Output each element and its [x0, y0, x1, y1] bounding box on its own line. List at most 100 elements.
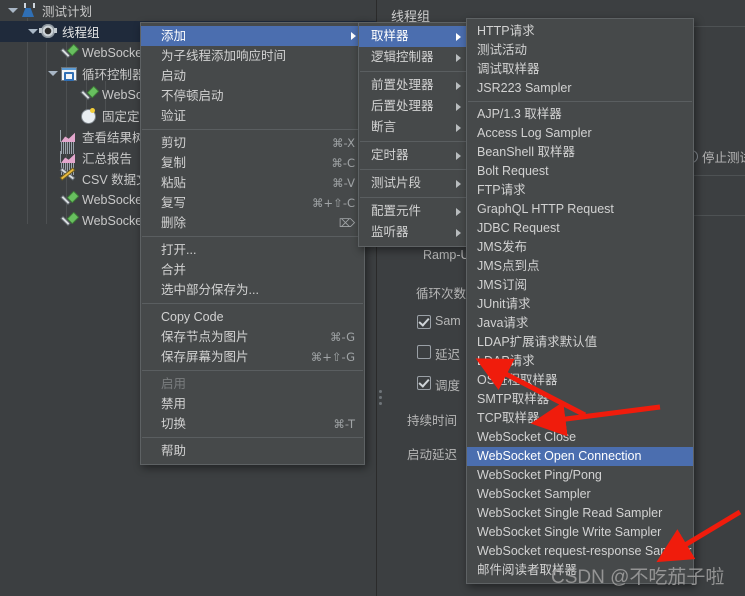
submenu-arrow-icon: [351, 32, 356, 40]
sampler-menu-item-25[interactable]: WebSocket Sampler: [467, 485, 693, 504]
sampler-menu-item-20[interactable]: SMTP取样器: [467, 390, 693, 409]
menu-item-label: Copy Code: [161, 310, 224, 324]
add-menu-item-0[interactable]: 取样器: [359, 26, 469, 47]
sampler-menu-item-6[interactable]: Access Log Sampler: [467, 124, 693, 143]
sampler-menu-item-21[interactable]: TCP取样器: [467, 409, 693, 428]
sampler-menu-item-11[interactable]: JDBC Request: [467, 219, 693, 238]
add-menu-item-12[interactable]: 监听器: [359, 222, 469, 243]
add-menu-item-7[interactable]: 定时器: [359, 145, 469, 166]
context-menu-item-1[interactable]: 为子线程添加响应时间: [141, 46, 364, 66]
context-menu-item-17[interactable]: 保存节点为图片 ⌘-G: [141, 327, 364, 347]
csdn-watermark: CSDN @不吃茄子啦: [551, 567, 725, 588]
startup-delay-label: 启动延迟: [407, 448, 458, 462]
menu-item-label: 打开...: [161, 243, 197, 257]
sampler-menu-item-27[interactable]: WebSocket Single Write Sampler: [467, 523, 693, 542]
context-menu-item-10[interactable]: 删除 ⌦: [141, 213, 364, 233]
context-menu-item-9[interactable]: 复写 ⌘+⇧-C: [141, 193, 364, 213]
sampler-menu-item-28[interactable]: WebSocket request-response Sampler: [467, 542, 693, 561]
sampler-menu-item-17[interactable]: LDAP扩展请求默认值: [467, 333, 693, 352]
submenu-arrow-icon: [456, 151, 461, 160]
sampler-menu-item-9[interactable]: FTP请求: [467, 181, 693, 200]
menu-item-label: 为子线程添加响应时间: [161, 49, 287, 63]
menu-item-shortcut: ⌘-G: [330, 330, 355, 344]
tree-item-0[interactable]: 测试计划: [0, 0, 376, 21]
stop-test-label: 停止测试: [702, 151, 745, 165]
menu-item-label: TCP取样器: [477, 411, 540, 425]
menu-item-label: WebSocket Ping/Pong: [477, 468, 602, 482]
sampler-menu-item-14[interactable]: JMS订阅: [467, 276, 693, 295]
sampler-menu-item-5[interactable]: AJP/1.3 取样器: [467, 105, 693, 124]
menu-item-label: 前置处理器: [371, 78, 434, 92]
context-menu-item-3[interactable]: 不停顿启动: [141, 86, 364, 106]
delay-thread-creation-checkbox[interactable]: [417, 345, 431, 359]
sampler-menu-item-24[interactable]: WebSocket Ping/Pong: [467, 466, 693, 485]
sampler-menu-item-0[interactable]: HTTP请求: [467, 22, 693, 41]
add-menu-item-3[interactable]: 前置处理器: [359, 75, 469, 96]
sampler-menu-item-2[interactable]: 调试取样器: [467, 60, 693, 79]
menu-item-label: 定时器: [371, 148, 409, 162]
add-menu-item-9[interactable]: 测试片段: [359, 173, 469, 194]
add-submenu[interactable]: 取样器 逻辑控制器前置处理器后置处理器 断言定时器测试片段配置元件 监听器: [358, 22, 470, 247]
tree-item-label: 线程组: [62, 26, 100, 40]
sampler-menu-item-13[interactable]: JMS点到点: [467, 257, 693, 276]
context-menu-item-14[interactable]: 选中部分保存为...: [141, 280, 364, 300]
context-menu-item-16[interactable]: Copy Code: [141, 307, 364, 327]
context-menu-item-18[interactable]: 保存屏幕为图片 ⌘+⇧-G: [141, 347, 364, 367]
add-menu-item-1[interactable]: 逻辑控制器: [359, 47, 469, 68]
context-menu-item-13[interactable]: 合并: [141, 260, 364, 280]
sampler-menu-item-26[interactable]: WebSocket Single Read Sampler: [467, 504, 693, 523]
sampler-submenu[interactable]: HTTP请求 测试活动调试取样器 JSR223 Sampler AJP/1.3 取样器…: [466, 18, 694, 584]
add-menu-item-5[interactable]: 断言: [359, 117, 469, 138]
tree-item-label: 查看结果树: [82, 131, 145, 145]
sampler-menu-item-12[interactable]: JMS发布: [467, 238, 693, 257]
submenu-arrow-icon: [456, 32, 461, 41]
context-menu-item-0[interactable]: 添加: [141, 26, 364, 46]
context-menu-item-21[interactable]: 禁用: [141, 394, 364, 414]
panel-splitter[interactable]: [379, 390, 384, 408]
context-menu-item-20: 启用: [141, 374, 364, 394]
context-menu-item-6[interactable]: 剪切 ⌘-X: [141, 133, 364, 153]
context-menu-item-24[interactable]: 帮助: [141, 441, 364, 461]
scheduler-checkbox[interactable]: [417, 376, 431, 390]
context-menu-item-2[interactable]: 启动: [141, 66, 364, 86]
sampler-menu-item-15[interactable]: JUnit请求: [467, 295, 693, 314]
loop-count-label: 循环次数: [416, 287, 467, 301]
menu-item-label: AJP/1.3 取样器: [477, 107, 562, 121]
sampler-menu-item-19[interactable]: OS进程取样器: [467, 371, 693, 390]
sampler-menu-item-8[interactable]: Bolt Request: [467, 162, 693, 181]
sampler-menu-item-3[interactable]: JSR223 Sampler: [467, 79, 693, 98]
sampler-menu-item-10[interactable]: GraphQL HTTP Request: [467, 200, 693, 219]
context-menu-item-7[interactable]: 复制 ⌘-C: [141, 153, 364, 173]
expand-arrow-icon[interactable]: [6, 4, 19, 17]
expand-arrow-icon[interactable]: [46, 67, 59, 80]
menu-item-label: 合并: [161, 263, 187, 277]
context-menu-item-22[interactable]: 切换 ⌘-T: [141, 414, 364, 434]
menu-item-label: 剪切: [161, 136, 187, 150]
context-menu-item-12[interactable]: 打开...: [141, 240, 364, 260]
test-plan-icon: [19, 2, 37, 19]
menu-item-label: JDBC Request: [477, 221, 560, 235]
tree-item-label: 循环控制器: [82, 68, 145, 82]
context-menu-item-8[interactable]: 粘贴 ⌘-V: [141, 173, 364, 193]
duration-label: 持续时间: [407, 414, 458, 428]
menu-item-label: 帮助: [161, 444, 187, 458]
menu-item-label: 选中部分保存为...: [161, 283, 259, 297]
menu-separator: [360, 71, 468, 72]
menu-item-label: JSR223 Sampler: [477, 81, 572, 95]
sampler-menu-item-22[interactable]: WebSocket Close: [467, 428, 693, 447]
add-menu-item-11[interactable]: 配置元件: [359, 201, 469, 222]
same-user-checkbox[interactable]: [417, 315, 431, 329]
menu-item-label: JUnit请求: [477, 297, 531, 311]
sampler-menu-item-23[interactable]: WebSocket Open Connection: [467, 447, 693, 466]
sampler-menu-item-1[interactable]: 测试活动: [467, 41, 693, 60]
sampler-menu-item-16[interactable]: Java请求: [467, 314, 693, 333]
tree-context-menu[interactable]: 添加为子线程添加响应时间启动 不停顿启动 验证剪切 ⌘-X 复制 ⌘-C 粘贴 ⌘-V 复写 ⌘+…: [140, 22, 365, 465]
menu-item-label: JMS发布: [477, 240, 528, 254]
sampler-menu-item-7[interactable]: BeanShell 取样器: [467, 143, 693, 162]
expand-arrow-icon[interactable]: [26, 25, 39, 38]
add-menu-item-4[interactable]: 后置处理器: [359, 96, 469, 117]
context-menu-item-4[interactable]: 验证: [141, 106, 364, 126]
websocket-sampler-icon: [59, 191, 77, 208]
sampler-menu-item-18[interactable]: LDAP请求: [467, 352, 693, 371]
menu-item-label: 调试取样器: [477, 62, 540, 76]
